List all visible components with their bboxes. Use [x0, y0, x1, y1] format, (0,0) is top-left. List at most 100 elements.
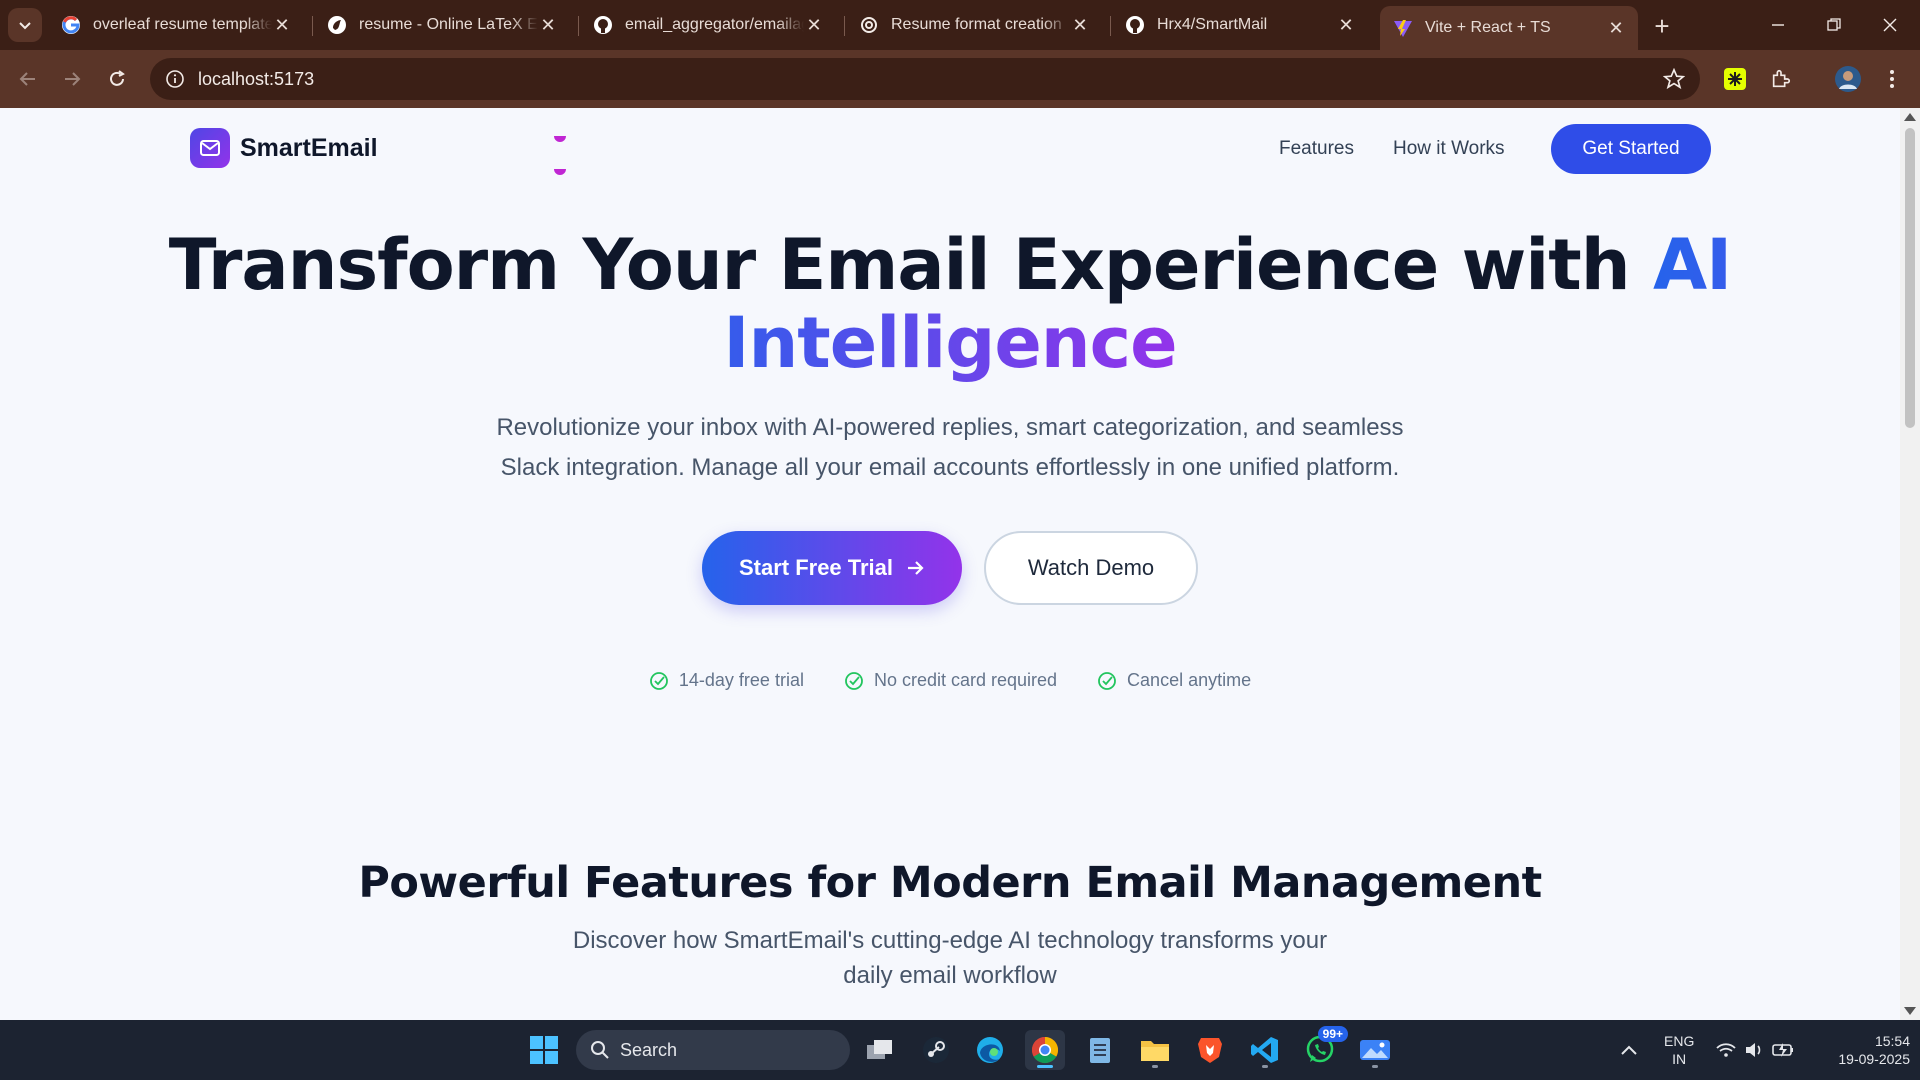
site-info-icon[interactable]: [162, 66, 188, 92]
notification-badge: 99+: [1317, 1026, 1348, 1042]
start-free-trial-label: Start Free Trial: [738, 555, 894, 580]
taskbar-notepad[interactable]: [1080, 1030, 1120, 1070]
taskbar-chrome[interactable]: [1025, 1030, 1065, 1070]
extension-asterisk-icon: [1724, 68, 1746, 90]
features-subtitle-line: daily email workflow: [843, 962, 1057, 989]
start-free-trial-button[interactable]: Start Free Trial: [702, 531, 962, 605]
overleaf-icon: [326, 14, 348, 36]
close-icon[interactable]: ✕: [272, 15, 292, 35]
language-code: ENG: [1664, 1033, 1695, 1049]
steam-icon: [923, 1037, 949, 1063]
scroll-up-icon[interactable]: [1904, 113, 1916, 121]
brave-lion-icon: [1198, 1038, 1222, 1063]
hero-subtitle-line: Revolutionize your inbox with AI-powered…: [496, 414, 1404, 441]
close-icon[interactable]: ✕: [804, 15, 824, 35]
taskbar-whatsapp[interactable]: 99+: [1300, 1026, 1348, 1070]
tab-github-email-aggregator[interactable]: email_aggregator/emailaggregator ✕: [580, 6, 836, 44]
vscode-icon: [1251, 1037, 1278, 1063]
back-button[interactable]: [12, 63, 44, 95]
tab-separator: [578, 16, 579, 36]
language-region: IN: [1672, 1051, 1687, 1067]
arrow-left-icon: [19, 72, 35, 86]
scroll-down-icon[interactable]: [1904, 1007, 1916, 1015]
perk-label: 14-day free trial: [678, 670, 804, 690]
forward-button[interactable]: [56, 63, 88, 95]
extensions-menu-button[interactable]: [1765, 63, 1797, 95]
chrome-icon: [1031, 1036, 1059, 1064]
tab-separator: [1110, 16, 1111, 36]
running-indicator: [1262, 1065, 1268, 1068]
system-clock[interactable]: 15:54 19-09-2025: [1810, 1032, 1910, 1068]
running-indicator: [1372, 1065, 1378, 1068]
tab-chatgpt[interactable]: Resume format creation ✕: [846, 6, 1102, 44]
site-navbar: SmartEmail Features How it Works Get Sta…: [0, 108, 1900, 188]
tab-separator: [312, 16, 313, 36]
close-icon[interactable]: ✕: [1336, 15, 1356, 35]
language-indicator[interactable]: ENG IN: [1664, 1020, 1694, 1080]
profile-avatar[interactable]: [1832, 63, 1864, 95]
nav-link-features[interactable]: Features: [1279, 138, 1354, 160]
vite-icon: [1392, 17, 1414, 39]
reload-button[interactable]: [101, 63, 133, 95]
minimize-icon: [1772, 24, 1784, 26]
tab-title: Resume format creation: [891, 16, 1062, 33]
minimize-button[interactable]: [1758, 10, 1798, 40]
close-icon[interactable]: ✕: [1606, 18, 1626, 38]
running-indicator: [1152, 1065, 1158, 1068]
mail-icon: [200, 140, 220, 156]
taskbar-search[interactable]: Search: [576, 1030, 850, 1070]
bookmark-star-icon[interactable]: [1662, 67, 1686, 91]
extension-button[interactable]: [1719, 63, 1751, 95]
volume-icon: [1746, 1043, 1761, 1057]
brand-logo: [190, 128, 230, 168]
close-icon[interactable]: ✕: [1070, 15, 1090, 35]
tray-overflow-button[interactable]: [1620, 1020, 1638, 1080]
tab-title: Vite + React + TS: [1425, 19, 1551, 36]
close-window-button[interactable]: [1870, 10, 1910, 40]
check-circle-icon: [649, 671, 669, 691]
nav-link-how-it-works[interactable]: How it Works: [1393, 138, 1505, 160]
arrow-right-icon: [905, 558, 925, 578]
start-button[interactable]: [524, 1030, 564, 1070]
openai-icon: [858, 14, 880, 36]
task-view-button[interactable]: [860, 1030, 900, 1070]
scrollbar-thumb[interactable]: [1905, 128, 1915, 428]
github-icon: [592, 14, 614, 36]
tab-search-button[interactable]: [8, 8, 42, 42]
taskbar-photos[interactable]: [1355, 1030, 1395, 1070]
page-scrollbar[interactable]: [1900, 108, 1920, 1020]
windows-taskbar: Search 99+ ENG IN 15:54 19-09-2025: [0, 1020, 1920, 1080]
wifi-icon: [1716, 1043, 1736, 1057]
taskbar-search-label: Search: [620, 1039, 678, 1060]
close-icon[interactable]: ✕: [538, 15, 558, 35]
windows-logo-icon: [530, 1036, 558, 1064]
check-circle-icon: [1097, 671, 1117, 691]
taskbar-file-explorer[interactable]: [1135, 1030, 1175, 1070]
task-view-icon: [867, 1040, 892, 1059]
quick-settings-button[interactable]: [1716, 1020, 1796, 1080]
perk-item: 14-day free trial: [649, 670, 804, 691]
chevron-down-icon: [19, 22, 31, 30]
clock-time: 15:54: [1874, 1033, 1910, 1049]
address-bar[interactable]: localhost:5173: [150, 58, 1700, 100]
battery-charging-icon: [1772, 1043, 1793, 1057]
tab-separator: [844, 16, 845, 36]
tab-vite-react[interactable]: Vite + React + TS ✕: [1380, 6, 1638, 50]
tab-overleaf-editor[interactable]: resume - Online LaTeX Editor ✕: [314, 6, 570, 44]
browser-menu-button[interactable]: [1876, 63, 1908, 95]
taskbar-edge[interactable]: [970, 1030, 1010, 1070]
hero-title-main: Transform Your Email Experience with: [168, 224, 1653, 306]
get-started-button[interactable]: Get Started: [1551, 124, 1711, 174]
tab-overleaf-search[interactable]: overleaf resume templates ✕: [48, 6, 304, 44]
tab-github-smartmail[interactable]: Hrx4/SmartMail ✕: [1112, 6, 1368, 44]
perk-item: No credit card required: [844, 670, 1057, 691]
restore-button[interactable]: [1814, 10, 1854, 40]
watch-demo-button[interactable]: Watch Demo: [984, 531, 1198, 605]
check-circle-icon: [844, 671, 864, 691]
taskbar-steam[interactable]: [916, 1030, 956, 1070]
new-tab-button[interactable]: +: [1648, 11, 1676, 41]
taskbar-brave[interactable]: [1190, 1030, 1230, 1070]
taskbar-vscode[interactable]: [1245, 1030, 1285, 1070]
tab-title: overleaf resume templates: [93, 16, 272, 33]
brand[interactable]: SmartEmail: [190, 128, 378, 168]
